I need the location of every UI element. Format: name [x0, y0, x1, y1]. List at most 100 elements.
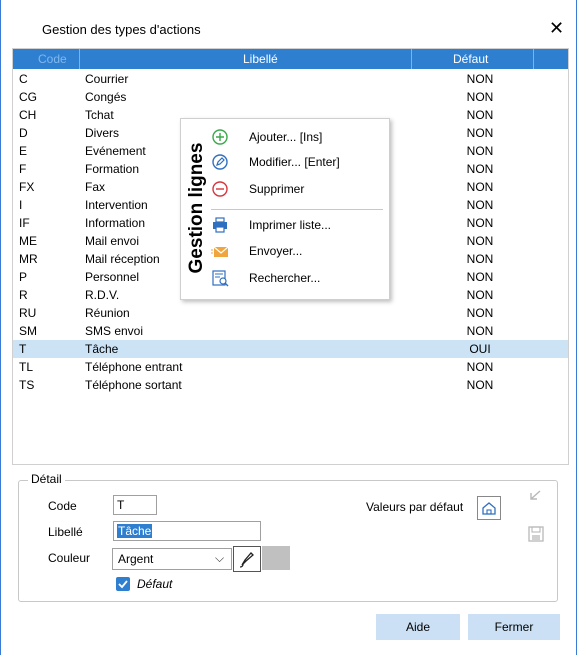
cell-libelle: Information	[85, 216, 146, 230]
cell-code: I	[19, 198, 23, 212]
cell-libelle: Formation	[85, 162, 140, 176]
menu-item-envoyer[interactable]: Envoyer...	[211, 241, 386, 263]
menu-item-imprimer[interactable]: Imprimer liste...	[211, 215, 386, 237]
cell-libelle: Tchat	[85, 108, 114, 122]
cell-defaut: NON	[466, 306, 494, 320]
header-libelle[interactable]: Libellé	[243, 52, 278, 66]
dialog-title: Gestion des types d'actions	[42, 22, 201, 37]
cell-code: RU	[19, 306, 37, 320]
detail-legend: Détail	[28, 472, 65, 486]
header-code[interactable]: Code	[38, 52, 67, 66]
cell-libelle: Fax	[85, 180, 106, 194]
menu-separator	[211, 209, 383, 210]
defaut-checkbox[interactable]	[116, 577, 130, 591]
cell-code: SM	[19, 324, 37, 338]
home-icon	[482, 502, 496, 515]
cell-code: E	[19, 144, 28, 158]
cell-defaut: NON	[466, 270, 494, 284]
cell-libelle: SMS envoi	[85, 324, 144, 338]
table-row[interactable]: CG Congés NON	[13, 88, 568, 106]
code-field[interactable]: T	[113, 495, 157, 515]
chevron-down-icon: ⌵	[215, 551, 225, 565]
table-row[interactable]: TL Téléphone entrant NON	[13, 358, 568, 376]
printer-icon	[213, 217, 227, 233]
cell-libelle: Réunion	[85, 306, 130, 320]
envelope-icon	[211, 246, 229, 257]
edit-pencil-icon	[212, 154, 228, 170]
cell-defaut: NON	[466, 216, 494, 230]
menu-item-rechercher[interactable]: Rechercher...	[211, 268, 386, 290]
undo-icon[interactable]	[527, 487, 545, 505]
cell-libelle: Téléphone entrant	[85, 360, 183, 374]
cell-defaut: NON	[466, 378, 494, 392]
menu-item-label: Modifier... [Enter]	[249, 155, 340, 169]
couleur-select[interactable]: Argent ⌵	[112, 548, 232, 570]
cell-defaut: NON	[466, 198, 494, 212]
cell-code: TL	[19, 360, 34, 374]
cell-code: P	[19, 270, 28, 284]
cell-code: C	[19, 72, 28, 86]
cell-code: MR	[19, 252, 38, 266]
menu-item-modifier[interactable]: Modifier... [Enter]	[211, 152, 386, 174]
defaut-checkbox-label[interactable]: Défaut	[137, 577, 172, 591]
menu-item-label: Imprimer liste...	[249, 218, 332, 232]
context-menu: Gestion lignes Ajouter... [Ins] Modifier…	[180, 118, 390, 300]
cell-defaut: NON	[466, 126, 494, 140]
cell-libelle: Divers	[85, 126, 120, 140]
couleur-label: Couleur	[48, 551, 91, 565]
cell-code: D	[19, 126, 28, 140]
cell-libelle: Téléphone sortant	[85, 378, 182, 392]
valeurs-par-defaut-label: Valeurs par défaut	[366, 500, 464, 514]
table-row[interactable]: T Tâche OUI	[13, 340, 568, 358]
cell-libelle: Congés	[85, 90, 127, 104]
menu-side-banner: Gestion lignes	[184, 129, 210, 289]
remove-circle-icon	[212, 181, 228, 197]
menu-item-supprimer[interactable]: Supprimer	[211, 179, 386, 201]
cell-code: T	[19, 342, 27, 356]
aide-button[interactable]: Aide	[376, 614, 460, 640]
grid-header: Code Libellé Défaut	[13, 49, 568, 69]
libelle-field[interactable]: Tâche	[113, 521, 261, 541]
libelle-label: Libellé	[48, 525, 83, 539]
cell-libelle: Courrier	[85, 72, 129, 86]
cell-code: R	[19, 288, 28, 302]
header-defaut[interactable]: Défaut	[453, 52, 488, 66]
color-picker-button[interactable]	[233, 546, 261, 572]
window-border-left	[0, 0, 1, 655]
cell-defaut: NON	[466, 180, 494, 194]
cell-defaut: NON	[466, 90, 494, 104]
cell-libelle: Mail envoi	[85, 234, 140, 248]
header-divider	[79, 49, 80, 69]
cell-defaut: NON	[466, 324, 494, 338]
menu-item-label: Envoyer...	[249, 244, 303, 258]
table-row[interactable]: RU Réunion NON	[13, 304, 568, 322]
table-row[interactable]: TS Téléphone sortant NON	[13, 376, 568, 394]
save-disk-icon[interactable]	[527, 525, 545, 543]
cell-libelle: Mail réception	[85, 252, 160, 266]
defaults-home-button[interactable]	[477, 496, 501, 520]
dialog-window: Gestion des types d'actions ✕ Code Libel…	[0, 0, 577, 655]
menu-item-label: Rechercher...	[249, 271, 321, 285]
cell-defaut: NON	[466, 288, 494, 302]
close-icon[interactable]: ✕	[549, 18, 564, 39]
table-row[interactable]: SM SMS envoi NON	[13, 322, 568, 340]
cell-code: CH	[19, 108, 37, 122]
cell-libelle: Intervention	[85, 198, 148, 212]
cell-defaut: NON	[466, 144, 494, 158]
header-divider	[411, 49, 412, 69]
cell-code: ME	[19, 234, 37, 248]
header-divider	[533, 49, 534, 69]
menu-item-ajouter[interactable]: Ajouter... [Ins]	[211, 127, 386, 149]
cell-defaut: NON	[466, 234, 494, 248]
couleur-value: Argent	[118, 552, 154, 566]
cell-libelle: R.D.V.	[85, 288, 120, 302]
cell-defaut: NON	[466, 162, 494, 176]
add-circle-icon	[212, 129, 228, 145]
menu-item-label: Ajouter... [Ins]	[249, 130, 323, 144]
paint-brush-icon	[239, 552, 254, 568]
cell-code: TS	[19, 378, 35, 392]
table-row[interactable]: C Courrier NON	[13, 70, 568, 88]
fermer-button[interactable]: Fermer	[468, 614, 560, 640]
cell-defaut: NON	[466, 72, 494, 86]
cell-defaut: OUI	[469, 342, 491, 356]
